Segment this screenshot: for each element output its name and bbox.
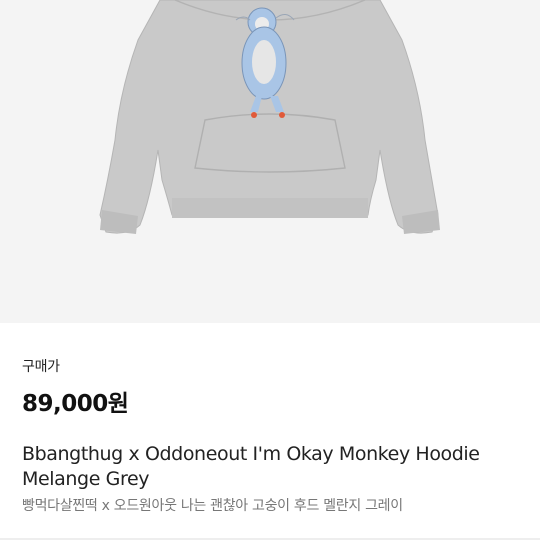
hoodie-icon (99, 0, 440, 234)
product-name-korean: 빵먹다살찐떡 x 오드원아웃 나는 괜찮아 고숭이 후드 멜란지 그레이 (22, 498, 403, 514)
product-name: Bbangthug x Oddoneout I'm Okay Monkey Ho… (22, 443, 480, 490)
price-value: 89,000원 (22, 391, 129, 417)
price-label: 구매가 (22, 359, 60, 375)
product-image[interactable] (0, 0, 540, 323)
